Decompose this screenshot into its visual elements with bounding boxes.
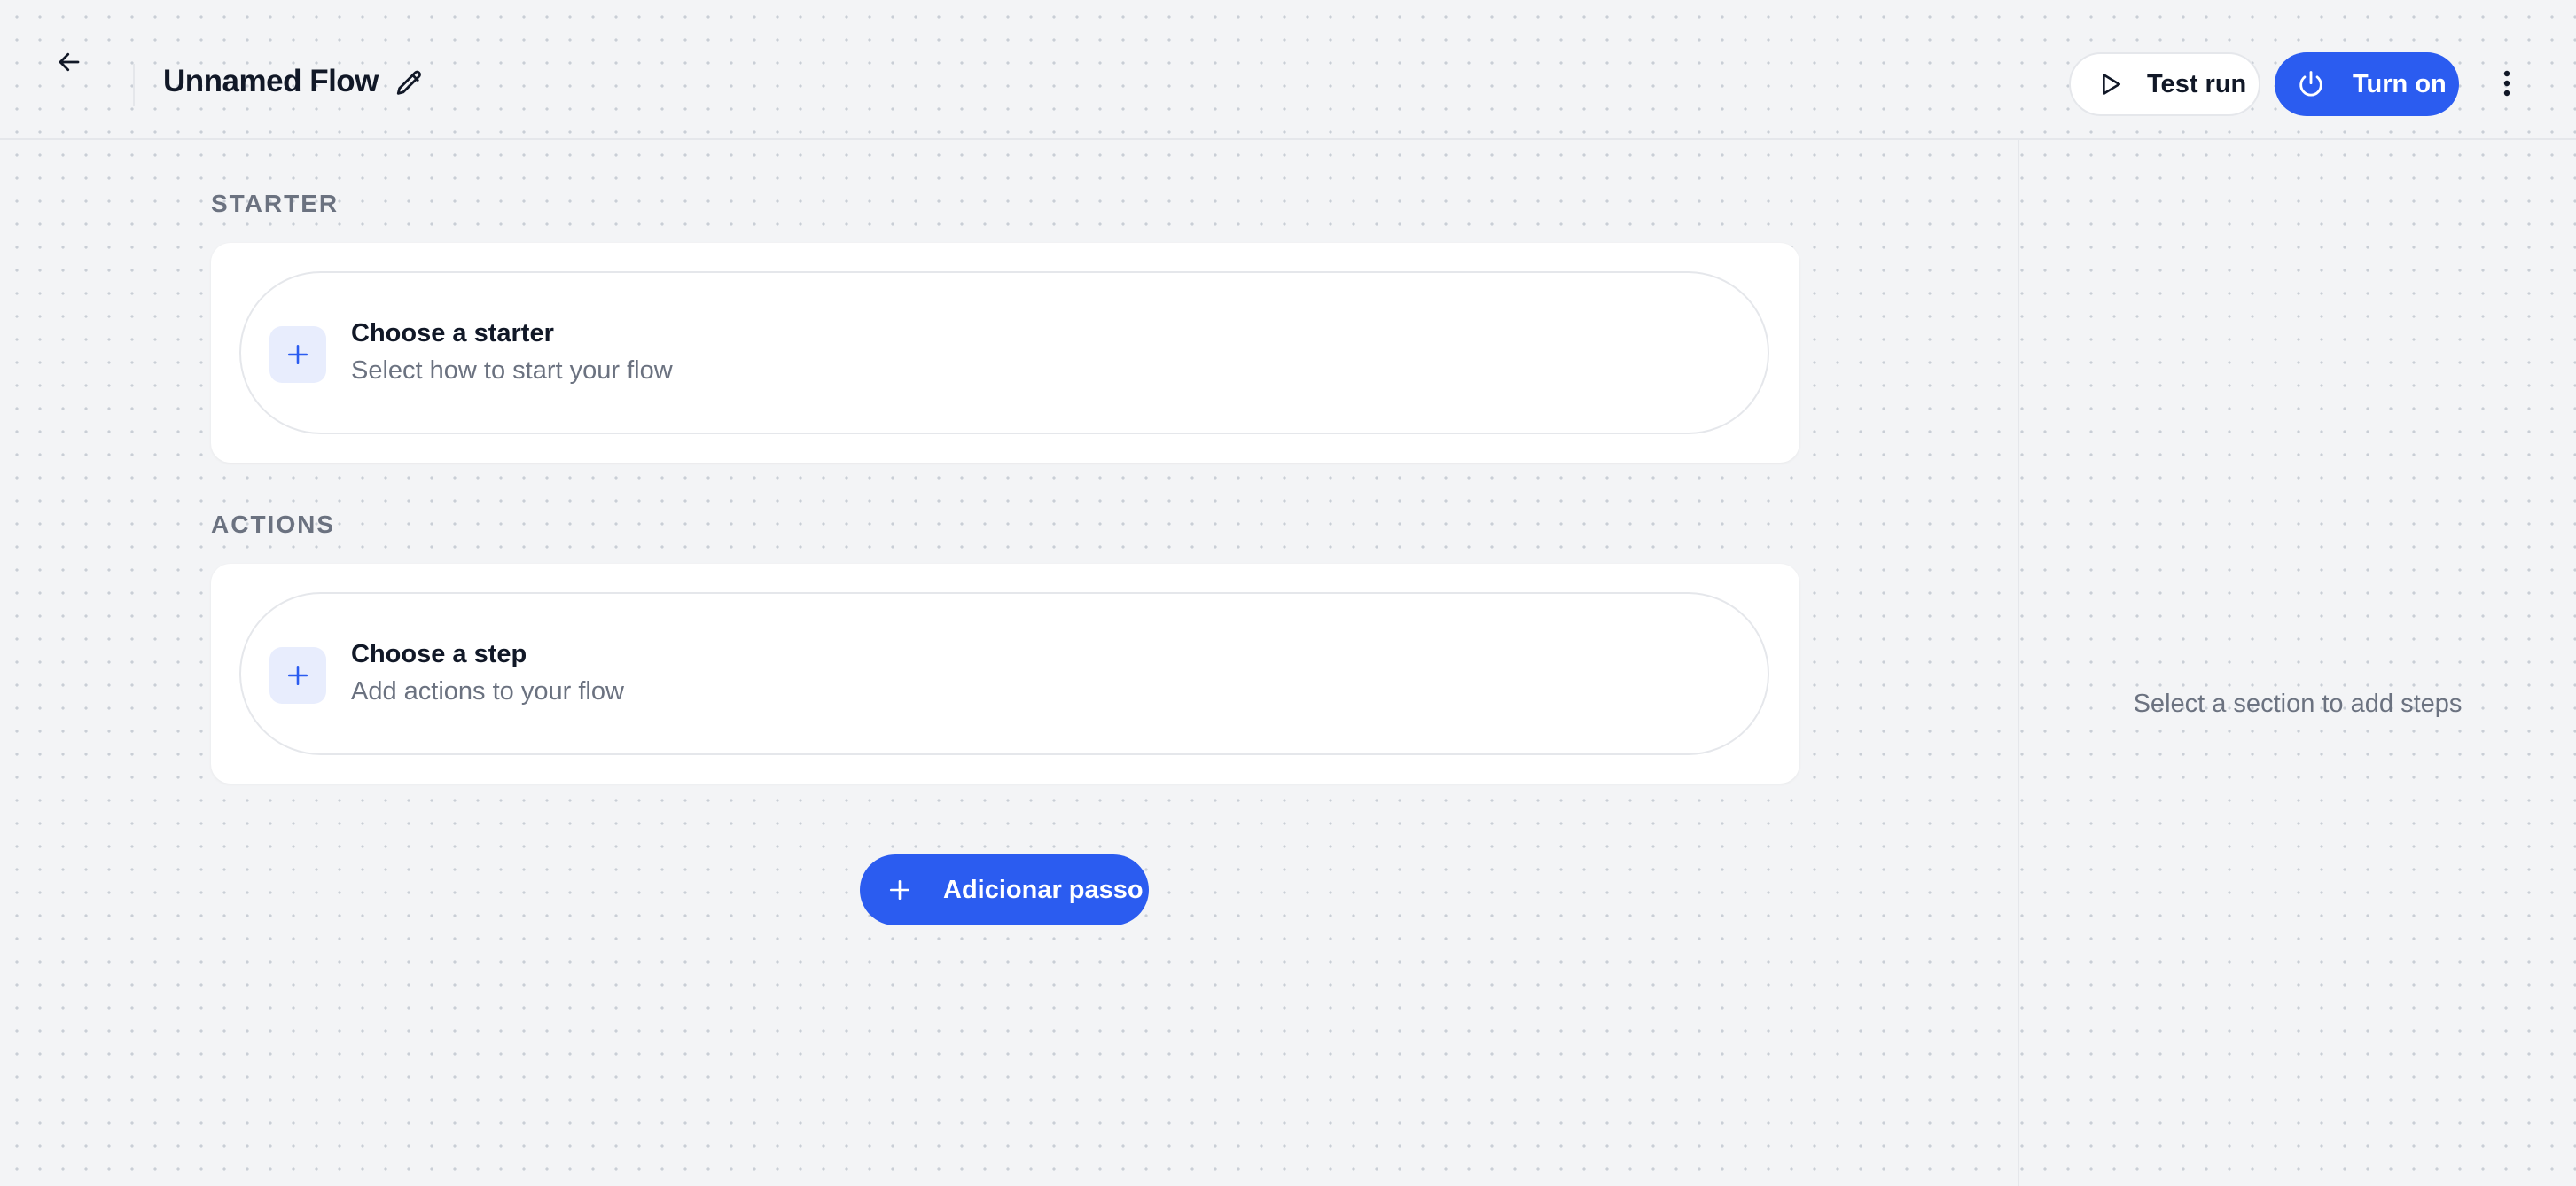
actions-section-card: Choose a step Add actions to your flow (211, 564, 1799, 784)
add-step-label: Adicionar passo (943, 875, 1144, 904)
test-run-label: Test run (2147, 69, 2247, 98)
plus-icon (287, 665, 308, 686)
starter-card-title: Choose a starter (351, 319, 554, 347)
step-settings-panel: Select a section to add steps (2018, 140, 2576, 1186)
plus-icon (287, 344, 308, 365)
turn-on-label: Turn on (2353, 69, 2447, 98)
back-button[interactable] (44, 37, 94, 87)
actions-section-label: ACTIONS (211, 511, 335, 538)
choose-starter-card[interactable]: Choose a starter Select how to start you… (239, 271, 1769, 434)
edit-title-button[interactable] (390, 64, 429, 103)
add-step-button[interactable]: Adicionar passo (860, 854, 1149, 925)
play-icon (2103, 74, 2120, 95)
test-run-button[interactable]: Test run (2069, 52, 2260, 116)
step-card-subtitle: Add actions to your flow (351, 677, 624, 706)
power-icon (2299, 71, 2322, 97)
actions-plus-badge (269, 647, 326, 704)
flow-title: Unnamed Flow (163, 64, 379, 98)
starter-section-card: Choose a starter Select how to start you… (211, 243, 1799, 463)
pencil-icon (396, 70, 421, 95)
starter-section-label: STARTER (211, 190, 340, 217)
arrow-left-icon (59, 52, 80, 72)
choose-step-card[interactable]: Choose a step Add actions to your flow (239, 592, 1769, 755)
turn-on-button[interactable]: Turn on (2275, 52, 2459, 116)
more-options-button[interactable] (2487, 62, 2526, 105)
plus-icon (889, 879, 910, 901)
flow-editor-header: Unnamed Flow Test run Turn on (0, 0, 2576, 140)
header-divider (133, 64, 135, 106)
step-card-title: Choose a step (351, 640, 527, 668)
more-vertical-icon (2503, 70, 2510, 97)
starter-card-subtitle: Select how to start your flow (351, 356, 673, 385)
starter-plus-badge (269, 326, 326, 383)
panel-empty-hint: Select a section to add steps (2133, 690, 2463, 718)
